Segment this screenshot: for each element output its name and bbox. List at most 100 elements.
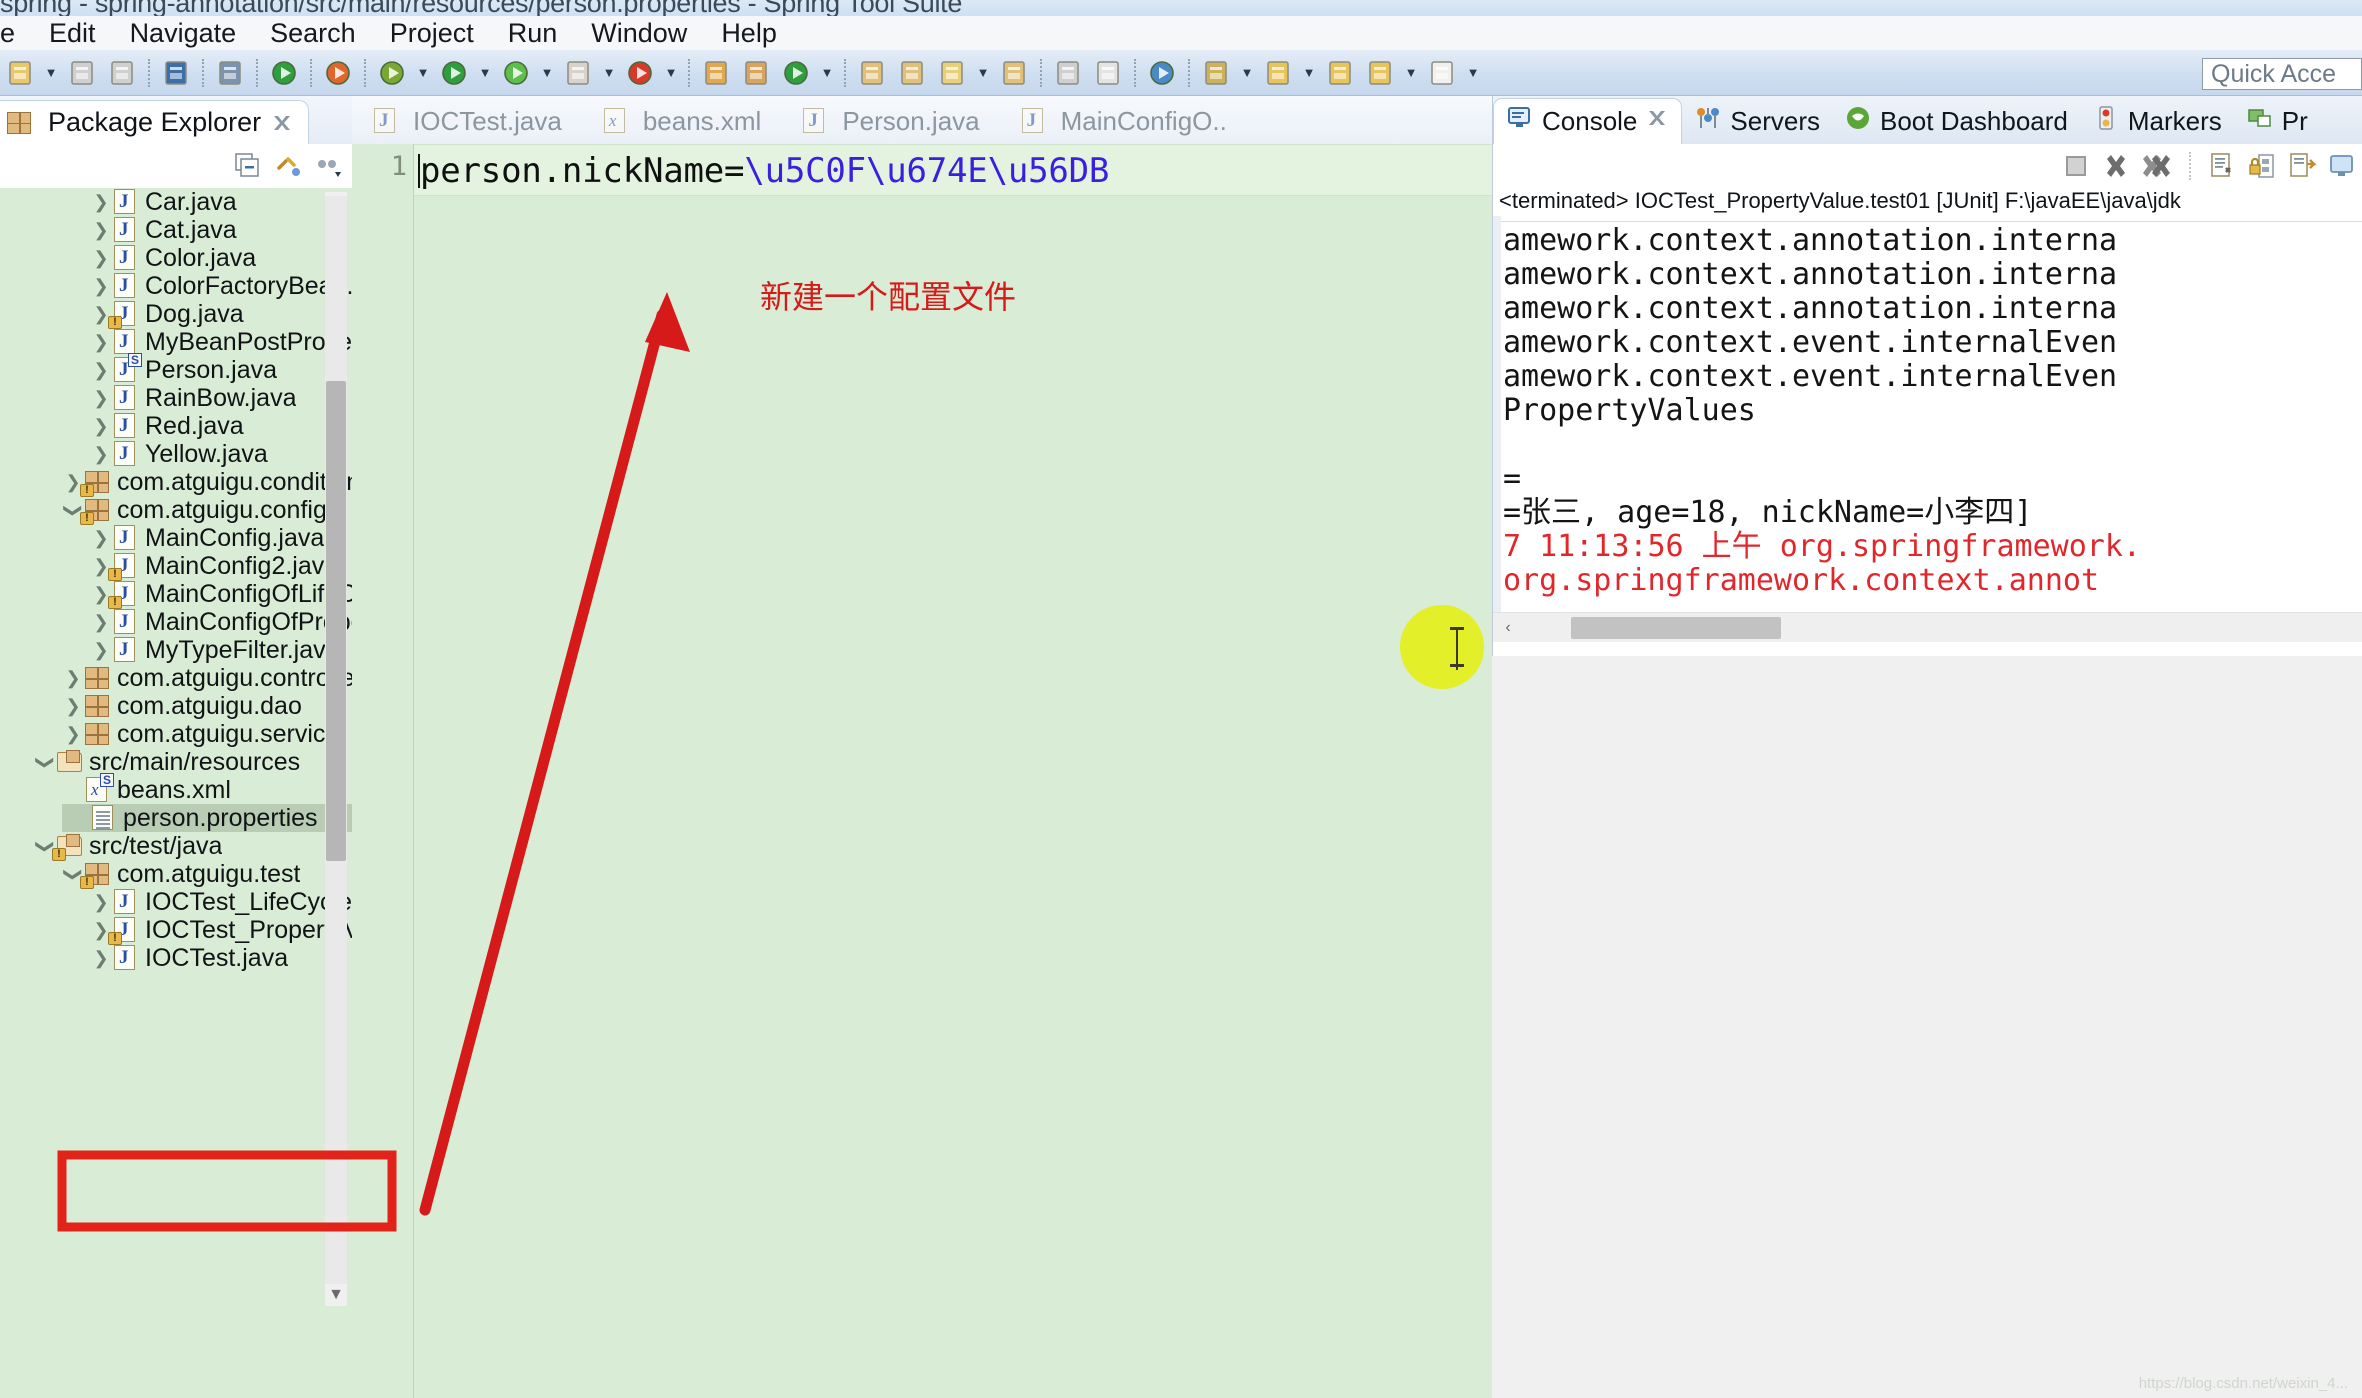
new-java-package-icon[interactable] [739, 56, 773, 90]
toolbar-dropdown-arrow-icon[interactable]: ▼ [818, 58, 836, 88]
chevron-right-icon[interactable]: ❯ [62, 668, 84, 689]
tree-item[interactable]: ❯ RainBow.java [0, 384, 352, 412]
chevron-right-icon[interactable]: ❯ [90, 416, 112, 437]
chevron-right-icon[interactable]: ❯ [90, 640, 112, 661]
edit-icon[interactable] [935, 56, 969, 90]
new-java-class-icon[interactable] [699, 56, 733, 90]
chevron-right-icon[interactable]: ❯ [62, 696, 84, 717]
menu-item-run[interactable]: Run [491, 16, 575, 50]
next-annotation-icon[interactable] [1199, 56, 1233, 90]
package-explorer-tree[interactable]: ❯ Car.java ❯ Cat.java ❯ Color.java ❯ ColorFacto… [0, 188, 352, 1398]
boot-run-icon[interactable] [623, 56, 657, 90]
console-horizontal-scrollbar[interactable]: ‹ [1493, 612, 2362, 642]
link-with-editor-icon[interactable] [272, 150, 304, 182]
toolbar-dropdown-arrow-icon[interactable]: ▼ [600, 58, 618, 88]
display-selected-console-icon[interactable] [2327, 151, 2357, 181]
chevron-right-icon[interactable]: ❯ [90, 528, 112, 549]
editor-tab-beans-xml[interactable]: beans.xml [582, 98, 782, 144]
chevron-right-icon[interactable]: ❯ [90, 444, 112, 465]
console-output[interactable]: amework.context.annotation.interna amewor… [1503, 224, 2362, 616]
tree-item[interactable]: ❯ com.atguigu.dao [0, 692, 352, 720]
editor-tab-person-java[interactable]: Person.java [781, 98, 999, 144]
tree-item[interactable]: ❯!MainConfigOfLifeCycle.jav [0, 580, 352, 609]
console-scroll-left-arrow[interactable]: ‹ [1493, 619, 1523, 637]
console-tab-servers[interactable]: Servers [1682, 98, 1832, 144]
editor-line-1[interactable]: person.nickName= \u5C0F\u674E\u56DB [418, 146, 1109, 196]
menu-item-search[interactable]: Search [253, 16, 373, 50]
previous-annotation-icon[interactable] [1261, 56, 1295, 90]
open-resource-icon[interactable] [997, 56, 1031, 90]
open-task-icon[interactable] [895, 56, 929, 90]
quick-access-input[interactable]: Quick Acce [2202, 58, 2362, 90]
tree-item[interactable]: ❯ com.atguigu.service [0, 720, 352, 748]
collapse-all-icon[interactable] [232, 150, 264, 182]
console-tab-pr[interactable]: Pr [2234, 98, 2320, 144]
tree-item[interactable]: ❯ MainConfig.java [0, 524, 352, 552]
tree-item[interactable]: ❯! com.atguigu.test [0, 860, 352, 889]
close-icon[interactable] [270, 111, 294, 135]
chevron-right-icon[interactable]: ❯ [90, 332, 112, 353]
chevron-right-icon[interactable]: ❯ [62, 724, 84, 745]
chevron-right-icon[interactable]: ❯ [90, 360, 112, 381]
chevron-right-icon[interactable]: ❯ [90, 948, 112, 969]
editor-tab-ioctest-java[interactable]: IOCTest.java [352, 98, 582, 144]
chevron-right-icon[interactable]: ❯ [90, 276, 112, 297]
menu-item-e[interactable]: e [0, 16, 32, 50]
tab-package-explorer[interactable]: Package Explorer [0, 100, 310, 144]
menu-item-edit[interactable]: Edit [32, 16, 113, 50]
toolbar-dropdown-arrow-icon[interactable]: ▼ [414, 58, 432, 88]
chevron-right-icon[interactable]: ❯ [90, 612, 112, 633]
tree-item[interactable]: ❯ Cat.java [0, 216, 352, 244]
tree-item[interactable]: person.properties [62, 804, 352, 832]
editor-body[interactable]: 1 person.nickName= \u5C0F\u674E\u56DB [352, 144, 1492, 1398]
run-icon[interactable] [437, 56, 471, 90]
tree-item[interactable]: ❯! com.atguigu.condition [0, 468, 352, 497]
tree-item[interactable]: ❯ Red.java [0, 412, 352, 440]
new-wizard-icon[interactable] [3, 56, 37, 90]
tree-item[interactable]: ❯ MainConfigOfPropertyVal [0, 608, 352, 636]
console-tab-boot-dashboard[interactable]: Boot Dashboard [1832, 98, 2080, 144]
toolbar-dropdown-arrow-icon[interactable]: ▼ [1464, 58, 1482, 88]
toolbar-dropdown-arrow-icon[interactable]: ▼ [476, 58, 494, 88]
toolbar-dropdown-arrow-icon[interactable]: ▼ [1402, 58, 1420, 88]
toolbar-dropdown-arrow-icon[interactable]: ▼ [42, 58, 60, 88]
tree-item[interactable]: ❯ Yellow.java [0, 440, 352, 468]
tree-item[interactable]: ❯! src/test/java [0, 832, 352, 861]
tree-item[interactable]: ❯ src/main/resources [0, 748, 352, 776]
chevron-down-icon[interactable]: ❯ [35, 751, 56, 773]
chevron-right-icon[interactable]: ❯ [90, 892, 112, 913]
refresh-icon[interactable] [779, 56, 813, 90]
editor-tab-mainconfigo--[interactable]: MainConfigO.. [1000, 98, 1247, 144]
tree-vertical-scrollbar[interactable] [325, 196, 347, 1286]
chevron-right-icon[interactable]: ❯ [90, 388, 112, 409]
tree-item[interactable]: ❯ IOCTest.java [0, 944, 352, 972]
debug-icon[interactable] [375, 56, 409, 90]
tree-item[interactable]: ❯ SPerson.java [0, 353, 352, 384]
run-last-tool-icon[interactable] [321, 56, 355, 90]
console-tab-markers[interactable]: Markers [2080, 98, 2234, 144]
toolbar-dropdown-arrow-icon[interactable]: ▼ [662, 58, 680, 88]
tree-item[interactable]: ❯ MyTypeFilter.java [0, 636, 352, 664]
toolbar-dropdown-arrow-icon[interactable]: ▼ [538, 58, 556, 88]
forward-back-icon[interactable] [1363, 56, 1397, 90]
run-coverage-icon[interactable] [499, 56, 533, 90]
pin-console-icon[interactable] [2287, 151, 2317, 181]
tree-scroll-thumb[interactable] [326, 381, 346, 861]
chevron-right-icon[interactable]: ❯ [90, 220, 112, 241]
tree-item[interactable]: ❯!IOCTest_PropertyValue.jav [0, 916, 352, 945]
console-scroll-thumb[interactable] [1571, 617, 1781, 639]
toggle-whitespace-icon[interactable] [1091, 56, 1125, 90]
tree-scroll-down-button[interactable]: ▼ [325, 1284, 347, 1306]
tree-item[interactable]: ❯ Car.java [0, 188, 352, 216]
view-menu-icon[interactable] [312, 150, 344, 182]
external-tools-icon[interactable] [561, 56, 595, 90]
tree-item[interactable]: ❯ MyBeanPostProcessor.jav [0, 328, 352, 356]
chevron-right-icon[interactable]: ❯ [90, 192, 112, 213]
save-icon[interactable] [65, 56, 99, 90]
back-history-icon[interactable] [1323, 56, 1357, 90]
toolbar-dropdown-arrow-icon[interactable]: ▼ [1238, 58, 1256, 88]
forward-icon[interactable] [1425, 56, 1459, 90]
tree-item[interactable]: Sbeans.xml [0, 773, 352, 804]
menu-item-window[interactable]: Window [574, 16, 704, 50]
menu-item-help[interactable]: Help [704, 16, 794, 50]
